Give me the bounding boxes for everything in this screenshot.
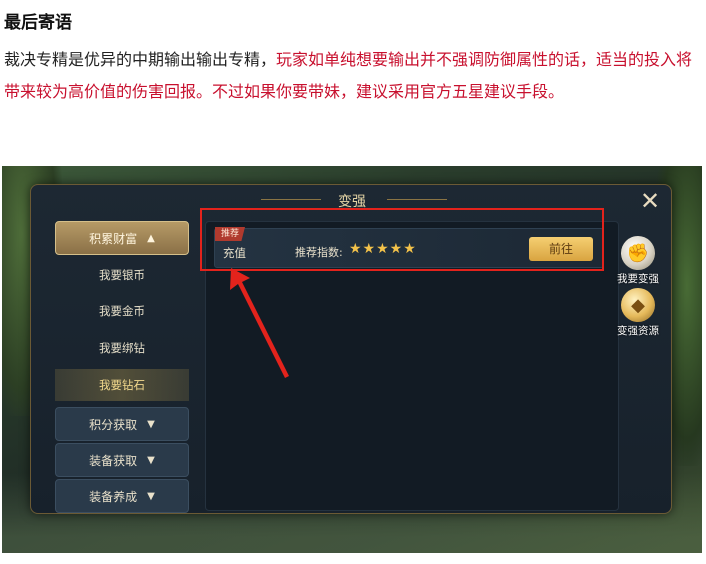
article-paragraph: 裁决专精是优异的中期输出输出专精，玩家如单纯想要输出并不强调防御属性的话，适当的… <box>4 44 704 108</box>
article-heading: 最后寄语 <box>4 13 72 33</box>
highlight-box <box>200 208 604 271</box>
paragraph-part-normal: 裁决专精是优异的中期输出输出专精， <box>4 50 277 69</box>
